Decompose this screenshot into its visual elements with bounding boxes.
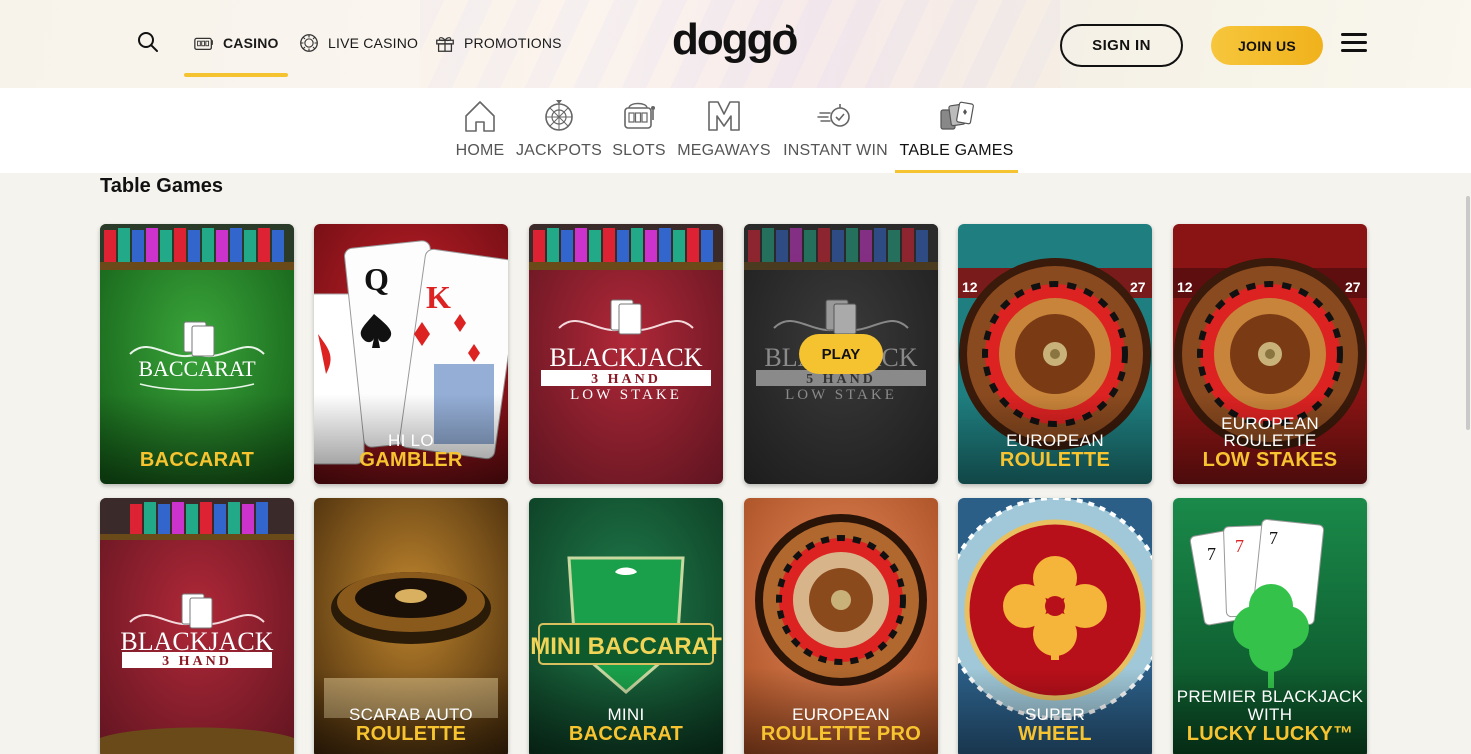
megaways-m-icon bbox=[708, 101, 740, 131]
art-title: BACCARAT bbox=[138, 356, 256, 381]
art-subtitle: 3 HAND bbox=[162, 654, 232, 669]
game-title: BACCARAT bbox=[568, 723, 684, 745]
logo-text: doggo bbox=[672, 16, 798, 64]
tab-table-games[interactable]: TABLE GAMES bbox=[900, 96, 1013, 171]
join-us-button[interactable]: JOIN US bbox=[1211, 26, 1323, 65]
game-title: ROULETTE PRO bbox=[760, 723, 922, 745]
game-title: WHEEL bbox=[1018, 723, 1092, 745]
game-label: EUROPEAN ROULETTE PRO bbox=[744, 706, 938, 744]
game-card-blackjack-3-hand-low-stake[interactable]: BLACKJACK 3 HAND LOW STAKE bbox=[529, 224, 723, 484]
tab-megaways[interactable]: MEGAWAYS bbox=[677, 96, 771, 171]
playing-cards-icon bbox=[939, 101, 974, 130]
game-thumbnail: BLACKJACK 3 HAND LOW STAKE bbox=[529, 224, 723, 484]
game-title: ROULETTE bbox=[355, 723, 467, 745]
game-title: GAMBLER bbox=[359, 449, 463, 471]
game-card-european-roulette-pro[interactable]: EUROPEAN ROULETTE PRO bbox=[744, 498, 938, 754]
game-subtitle: EUROPEAN bbox=[792, 705, 890, 724]
game-card-blackjack-5-hand-low-stake[interactable]: BLACKJACK 5 HAND LOW STAKE PLAY bbox=[744, 224, 938, 484]
game-title: ROULETTE bbox=[999, 449, 1111, 471]
search-icon[interactable] bbox=[136, 30, 160, 54]
game-subtitle: EUROPEAN bbox=[1006, 431, 1104, 450]
game-label: SUPER WHEEL bbox=[958, 706, 1152, 744]
nav-active-underline bbox=[184, 73, 288, 77]
casino-chip-icon bbox=[300, 34, 318, 52]
svg-text:7: 7 bbox=[1235, 536, 1244, 556]
game-subtitle: SUPER bbox=[1024, 705, 1086, 724]
slot-machine-icon bbox=[624, 102, 655, 129]
art-subtitle: 3 HAND bbox=[591, 372, 661, 387]
art-subtitle-2: LOW STAKE bbox=[785, 387, 897, 403]
svg-text:7: 7 bbox=[1207, 544, 1216, 564]
nav-live-casino-label: LIVE CASINO bbox=[328, 35, 419, 51]
page-scrollbar[interactable] bbox=[1466, 196, 1470, 430]
game-thumbnail: BLACKJACK 3 HAND bbox=[100, 498, 294, 754]
game-subtitle: HI LO bbox=[388, 431, 434, 450]
instant-win-icon bbox=[816, 104, 850, 127]
game-title: LOW STAKES bbox=[1202, 449, 1338, 471]
game-subtitle: SCARAB AUTO bbox=[349, 705, 473, 724]
tab-slots-label: SLOTS bbox=[612, 142, 666, 159]
svg-text:27: 27 bbox=[1130, 279, 1146, 295]
sign-in-button[interactable]: SIGN IN bbox=[1060, 24, 1183, 67]
tab-slots[interactable]: SLOTS bbox=[612, 96, 666, 171]
home-icon bbox=[465, 101, 495, 132]
nav-casino[interactable]: CASINO bbox=[193, 32, 279, 54]
game-card-hi-lo-gambler[interactable]: Q K HI LO GAMBLER bbox=[314, 224, 508, 484]
game-label: HI LO GAMBLER bbox=[314, 432, 508, 470]
game-label: PREMIER BLACKJACK WITH LUCKY LUCKY™ bbox=[1173, 688, 1367, 744]
tab-home-label: HOME bbox=[455, 142, 505, 159]
game-subtitle: EUROPEAN ROULETTE bbox=[1221, 414, 1319, 450]
svg-text:12: 12 bbox=[1177, 279, 1193, 295]
art-subtitle-2: LOW STAKE bbox=[570, 387, 682, 403]
tab-instant-win-label: INSTANT WIN bbox=[783, 142, 888, 159]
game-subtitle: PREMIER BLACKJACK bbox=[1176, 687, 1364, 706]
play-button[interactable]: PLAY bbox=[799, 334, 883, 374]
tab-instant-win[interactable]: INSTANT WIN bbox=[783, 96, 888, 171]
game-card-european-roulette[interactable]: 12 27 EUROPEAN ROULETTE bbox=[958, 224, 1152, 484]
game-label: EUROPEAN ROULETTE bbox=[958, 432, 1152, 470]
svg-text:27: 27 bbox=[1345, 279, 1361, 295]
svg-text:7: 7 bbox=[1269, 528, 1278, 548]
doggo-logo[interactable]: doggo bbox=[668, 15, 800, 72]
art-title: BLACKJACK bbox=[120, 627, 273, 656]
category-nav: HOME JACKPOTS SLOTS MEGAWAYS INSTANT WIN… bbox=[0, 88, 1471, 173]
svg-text:Q: Q bbox=[364, 261, 389, 297]
nav-casino-label: CASINO bbox=[223, 35, 279, 51]
game-subtitle: MINI bbox=[607, 705, 645, 724]
game-card-scarab-auto-roulette[interactable]: SCARAB AUTO ROULETTE bbox=[314, 498, 508, 754]
nav-live-casino[interactable]: LIVE CASINO bbox=[298, 32, 418, 54]
nav-promotions-label: PROMOTIONS bbox=[464, 35, 562, 51]
top-header: CASINO LIVE CASINO PROMOTIONS doggo SIGN… bbox=[0, 0, 1471, 88]
svg-text:K: K bbox=[426, 279, 451, 315]
hamburger-menu-icon[interactable] bbox=[1341, 33, 1367, 53]
game-title: BACCARAT bbox=[139, 449, 255, 471]
tab-home[interactable]: HOME bbox=[455, 96, 505, 171]
section-title: Table Games bbox=[100, 175, 224, 197]
game-label: MINI BACCARAT bbox=[529, 706, 723, 744]
svg-text:12: 12 bbox=[962, 279, 978, 295]
game-card-european-roulette-low-stakes[interactable]: 12 27 EUROPEAN ROULETTE LOW STAKES bbox=[1173, 224, 1367, 484]
game-card-mini-baccarat[interactable]: MINI BACCARAT MINI BACCARAT bbox=[529, 498, 723, 754]
game-title: LUCKY LUCKY™ bbox=[1186, 723, 1354, 745]
art-title: MINI BACCARAT bbox=[530, 633, 722, 660]
jackpot-wheel-icon bbox=[545, 100, 573, 131]
tab-jackpots-label: JACKPOTS bbox=[515, 142, 603, 159]
game-card-premier-blackjack-lucky-lucky[interactable]: 7 7 7 PREMIER BLACKJACK WITH LUCKY LUCKY… bbox=[1173, 498, 1367, 754]
art-subtitle: 5 HAND bbox=[806, 372, 876, 387]
tab-table-games-label: TABLE GAMES bbox=[899, 142, 1014, 159]
game-label: SCARAB AUTO ROULETTE bbox=[314, 706, 508, 744]
nav-promotions[interactable]: PROMOTIONS bbox=[434, 32, 562, 54]
tab-megaways-label: MEGAWAYS bbox=[677, 142, 771, 159]
art-title: BLACKJACK bbox=[549, 343, 702, 372]
tab-active-underline bbox=[895, 170, 1018, 173]
game-card-blackjack-3-hand[interactable]: BLACKJACK 3 HAND bbox=[100, 498, 294, 754]
game-card-baccarat[interactable]: BACCARAT BACCARAT bbox=[100, 224, 294, 484]
gift-icon bbox=[436, 37, 454, 52]
tab-jackpots[interactable]: JACKPOTS bbox=[515, 96, 603, 171]
game-label: EUROPEAN ROULETTE LOW STAKES bbox=[1173, 415, 1367, 470]
game-label: BACCARAT bbox=[100, 450, 294, 470]
slot-machine-icon bbox=[194, 37, 213, 51]
game-card-super-wheel[interactable]: SUPER WHEEL bbox=[958, 498, 1152, 754]
game-subtitle-2: WITH bbox=[1247, 705, 1293, 724]
